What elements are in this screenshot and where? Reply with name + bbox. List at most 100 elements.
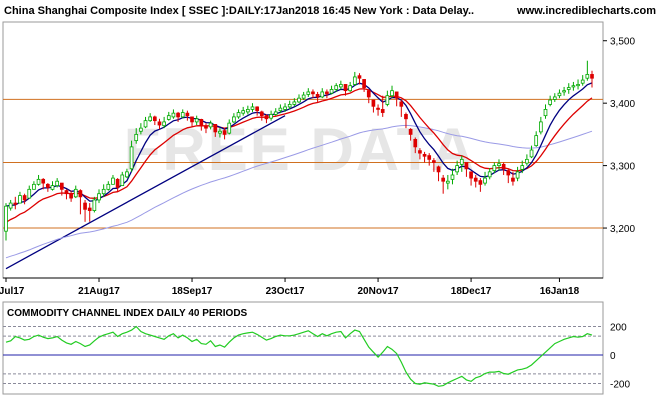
candle-body-41 [194, 118, 199, 123]
candle-body-9 [46, 183, 50, 188]
candle-body-12 [59, 182, 64, 190]
candle-body-90 [422, 153, 427, 157]
candle-body-26 [125, 171, 129, 178]
candle-body-11 [55, 180, 60, 186]
candle-body-27 [129, 146, 134, 170]
candle-body-96 [450, 174, 455, 180]
candle-body-72 [339, 84, 343, 88]
candle-body-76 [357, 75, 362, 79]
candle-body-34 [162, 121, 166, 127]
candle-body-66 [311, 91, 315, 95]
candle-body-110 [515, 171, 520, 179]
candle-body-58 [273, 111, 278, 115]
candle-body-124 [580, 79, 585, 84]
candle-body-60 [283, 106, 287, 110]
x-tick-label-0: 24Jul17 [0, 286, 25, 297]
candle-body-47 [222, 130, 227, 135]
candle-body-13 [64, 190, 69, 195]
candle-body-98 [459, 158, 464, 165]
candle-body-118 [552, 96, 557, 100]
price-tick-label-0: 3,200 [610, 224, 635, 235]
x-tick-label-4: 20Nov17 [357, 286, 399, 297]
candle-body-23 [111, 177, 115, 185]
candle-body-77 [362, 79, 366, 88]
candle-body-29 [139, 127, 143, 132]
candle-body-7 [36, 178, 41, 185]
candle-body-55 [259, 111, 264, 117]
price-tick-label-2: 3,400 [610, 99, 635, 110]
candle-body-69 [325, 91, 329, 95]
candle-body-0 [4, 205, 8, 232]
cci-tick-label-2: -200 [610, 379, 630, 390]
candle-body-28 [134, 133, 139, 142]
candle-body-46 [218, 130, 222, 134]
candle-body-111 [520, 165, 525, 170]
candle-body-62 [292, 101, 297, 105]
candle-body-109 [511, 177, 515, 182]
candle-body-16 [78, 190, 83, 198]
candle-body-54 [255, 106, 259, 112]
candle-body-126 [590, 74, 594, 79]
candle-body-30 [143, 120, 148, 128]
candle-body-119 [557, 92, 562, 97]
candle-body-75 [352, 76, 357, 85]
candle-body-113 [529, 149, 534, 158]
x-tick-label-6: 16Jan18 [540, 286, 580, 297]
candle-body-68 [320, 91, 325, 98]
candle-body-114 [534, 135, 539, 147]
candle-body-51 [241, 110, 246, 114]
candle-body-97 [455, 165, 459, 173]
candle-body-86 [404, 114, 408, 120]
candle-body-33 [157, 121, 162, 126]
candle-body-100 [469, 171, 473, 179]
candle-body-125 [585, 74, 590, 79]
candle-body-43 [204, 125, 208, 129]
candle-body-93 [436, 166, 441, 173]
candle-body-70 [329, 89, 334, 94]
candle-body-3 [18, 195, 22, 204]
cci-tick-label-1: 0 [610, 351, 616, 362]
candle-body-88 [413, 138, 418, 148]
candle-body-85 [399, 101, 404, 107]
x-tick-label-3: 23Oct17 [266, 286, 305, 297]
candle-body-71 [334, 85, 339, 90]
candle-body-123 [576, 84, 580, 87]
x-tick-label-5: 18Dec17 [451, 286, 492, 297]
cci-title: COMMODITY CHANNEL INDEX DAILY 40 PERIODS [7, 308, 248, 319]
candle-body-120 [562, 90, 566, 93]
candle-body-81 [380, 109, 385, 113]
candle-body-21 [101, 188, 106, 195]
chart-title: China Shanghai Composite Index [ SSEC ]:… [4, 5, 474, 17]
candle-body-5 [27, 188, 32, 199]
candle-body-112 [525, 158, 529, 164]
candle-body-2 [13, 202, 18, 205]
candle-body-80 [376, 107, 380, 110]
candle-body-122 [571, 85, 576, 88]
candle-body-106 [497, 163, 501, 167]
candle-body-92 [432, 160, 436, 163]
candle-body-117 [548, 99, 552, 105]
candle-body-45 [213, 124, 218, 133]
candle-body-95 [445, 180, 450, 184]
candle-body-63 [297, 97, 301, 103]
candle-body-101 [473, 177, 478, 182]
candle-body-10 [50, 185, 55, 190]
watermark: FREE DATA [124, 116, 476, 183]
candle-body-15 [73, 188, 78, 198]
candle-body-53 [250, 106, 255, 110]
candle-body-52 [245, 109, 250, 113]
chart-canvas: China Shanghai Composite Index [ SSEC ]:… [0, 0, 660, 400]
candle-body-36 [171, 112, 176, 118]
candle-body-31 [148, 116, 153, 122]
candle-body-56 [264, 115, 269, 120]
candle-body-104 [487, 171, 492, 178]
candle-body-44 [208, 122, 213, 128]
candle-body-73 [343, 84, 348, 92]
site-link[interactable]: www.incrediblecharts.com [516, 5, 656, 17]
candle-body-78 [366, 90, 371, 98]
candle-body-59 [278, 107, 283, 112]
candle-body-84 [394, 91, 399, 99]
x-tick-label-2: 18Sep17 [172, 286, 213, 297]
candle-body-89 [418, 150, 422, 154]
candle-body-18 [87, 207, 92, 211]
